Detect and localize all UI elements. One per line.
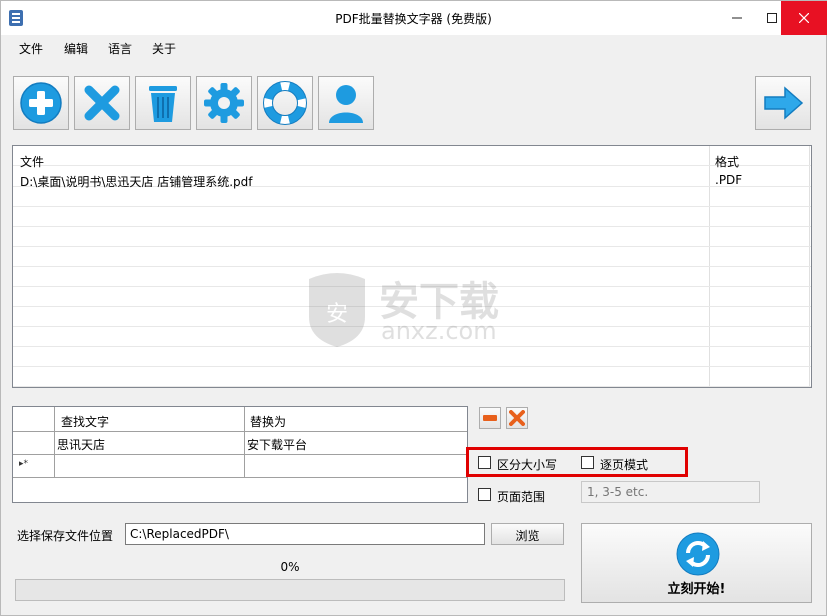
delete-x-icon [509, 410, 525, 426]
close-button[interactable] [781, 1, 827, 35]
settings-icon [204, 83, 244, 123]
maximize-icon [767, 13, 777, 23]
replace-cell[interactable]: 安下载平台 [247, 436, 307, 453]
table-row [13, 367, 811, 387]
start-button[interactable]: 立刻开始! [581, 523, 812, 603]
start-label: 立刻开始! [667, 582, 726, 597]
table-row [13, 227, 811, 247]
settings-button[interactable] [196, 76, 252, 130]
add-icon [20, 82, 62, 124]
menu-language[interactable]: 语言 [108, 40, 132, 57]
replace-grid[interactable]: 查找文字 替换为 思讯天店 安下载平台 ▸* [12, 406, 468, 503]
progress-text: 0% [280, 560, 300, 574]
window-title: PDF批量替换文字器 (免费版) [335, 12, 492, 26]
browse-button[interactable]: 浏览 [491, 523, 564, 545]
next-button[interactable] [755, 76, 811, 130]
lifebuoy-icon [263, 81, 307, 125]
table-row [13, 187, 811, 207]
add-file-button[interactable] [13, 76, 69, 130]
table-row [13, 207, 811, 227]
help-button[interactable] [257, 76, 313, 130]
progress-bar [15, 579, 565, 601]
remove-file-button[interactable] [74, 76, 130, 130]
remove-row-button[interactable] [479, 407, 501, 429]
delete-all-rows-button[interactable] [506, 407, 528, 429]
minimize-icon [732, 17, 742, 19]
menu-file[interactable]: 文件 [19, 40, 43, 57]
case-sensitive-checkbox[interactable] [478, 456, 491, 469]
toolbar [1, 59, 826, 141]
table-row [13, 247, 811, 267]
menu-about[interactable]: 关于 [152, 40, 176, 57]
find-cell[interactable]: 思讯天店 [57, 436, 105, 453]
refresh-icon [676, 532, 720, 576]
page-range-label: 页面范围 [497, 490, 546, 504]
shield-logo-icon: 安 [309, 273, 365, 347]
svg-text:安: 安 [326, 302, 348, 327]
save-location-label: 选择保存文件位置 [17, 529, 114, 543]
arrow-right-icon [764, 86, 804, 120]
new-row-marker: ▸* [19, 459, 29, 469]
page-mode-label: 逐页模式 [600, 458, 649, 472]
table-row [13, 347, 811, 367]
account-button[interactable] [318, 76, 374, 130]
minimize-button[interactable] [720, 1, 754, 35]
clear-list-button[interactable] [135, 76, 191, 130]
new-find-cell[interactable] [55, 455, 244, 477]
table-row[interactable]: D:\桌面\说明书\思迅天店 店铺管理系统.pdf .PDF [13, 166, 811, 189]
file-list[interactable]: 文件 格式 D:\桌面\说明书\思迅天店 店铺管理系统.pdf .PDF [12, 145, 812, 388]
header-replace[interactable]: 替换为 [250, 413, 286, 430]
title-bar: PDF批量替换文字器 (免费版) [1, 1, 827, 35]
menu-bar: 文件 编辑 语言 关于 [1, 35, 826, 59]
minus-icon [483, 415, 497, 421]
new-replace-cell[interactable] [245, 455, 467, 477]
trash-icon [149, 86, 177, 122]
page-mode-checkbox[interactable] [581, 456, 594, 469]
case-sensitive-label: 区分大小写 [497, 458, 558, 472]
page-range-input[interactable] [581, 481, 760, 503]
remove-icon [84, 85, 120, 121]
menu-edit[interactable]: 编辑 [64, 40, 88, 57]
watermark-subtitle: anxz.com [381, 317, 497, 345]
header-find[interactable]: 查找文字 [61, 413, 109, 430]
watermark: 安 安下载 anxz.com [301, 269, 531, 349]
app-window: PDF批量替换文字器 (免费版) 文件 编辑 语言 关于 文件 格式 D:\桌面… [0, 0, 827, 616]
page-range-checkbox[interactable] [478, 488, 491, 501]
file-format: .PDF [715, 173, 743, 187]
close-icon [799, 13, 809, 23]
save-path-input[interactable] [125, 523, 485, 545]
user-icon [329, 85, 363, 123]
file-list-header: 文件 格式 [13, 146, 811, 169]
